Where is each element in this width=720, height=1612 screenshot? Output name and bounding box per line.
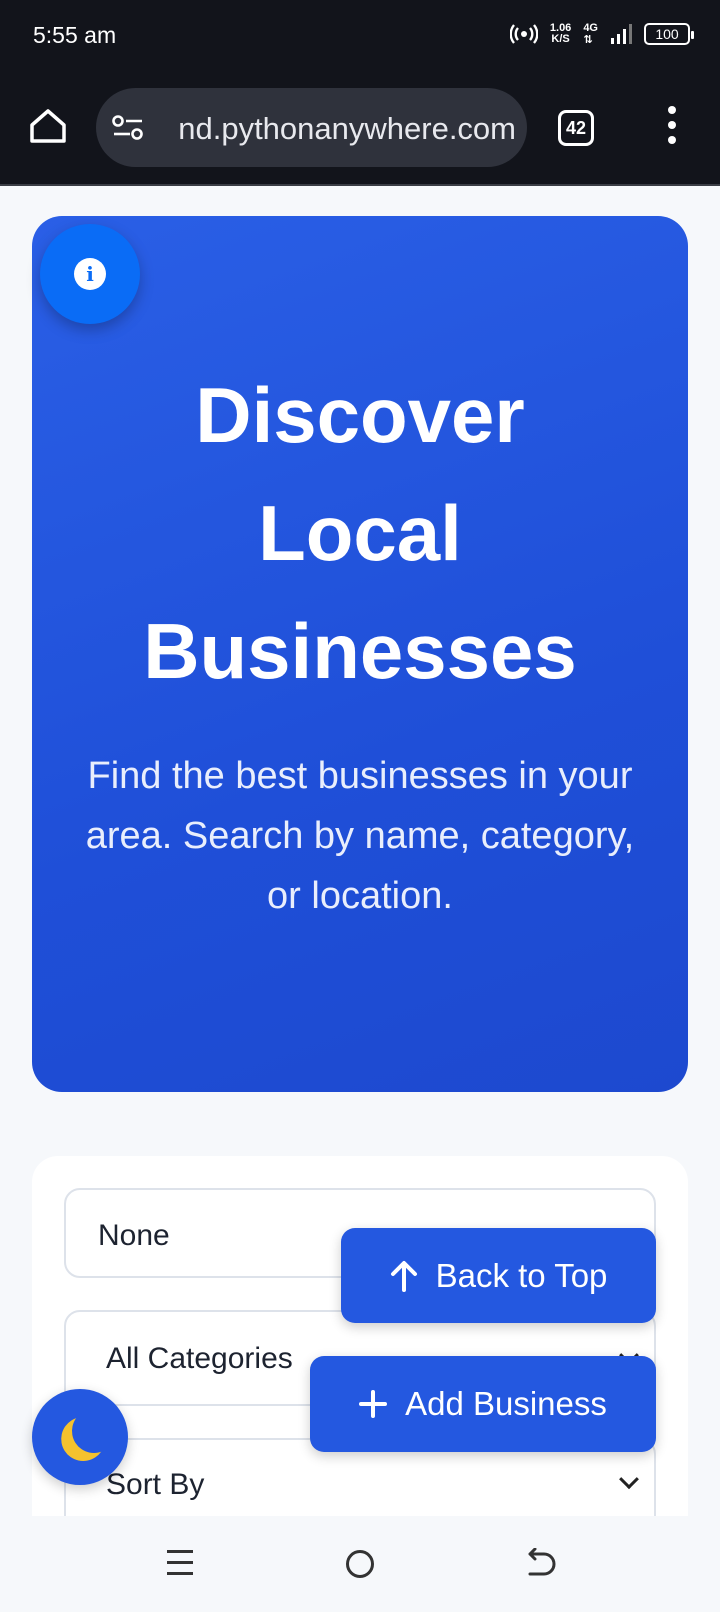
more-vert-icon[interactable] xyxy=(660,106,684,148)
system-nav-bar xyxy=(0,1516,720,1612)
battery-indicator: 100 xyxy=(644,23,694,45)
nav-back-icon[interactable] xyxy=(524,1548,558,1580)
back-to-top-button[interactable]: Back to Top xyxy=(341,1228,656,1323)
tab-switcher-button[interactable]: 42 xyxy=(558,110,594,146)
recents-icon[interactable] xyxy=(167,1550,193,1576)
signal-icon xyxy=(611,24,632,44)
status-icons: 1.06 K/S 4G ⇅ 100 xyxy=(509,22,694,46)
arrow-up-icon xyxy=(390,1260,417,1292)
network-type: 4G ⇅ xyxy=(583,22,598,46)
address-bar[interactable]: nd.pythonanywhere.com xyxy=(96,88,527,167)
url-text: nd.pythonanywhere.com xyxy=(178,111,516,146)
home-icon[interactable] xyxy=(28,106,68,146)
hero-title: Discover Local Businesses xyxy=(32,356,688,710)
moon-icon xyxy=(69,1406,120,1457)
status-time: 5:55 am xyxy=(33,22,117,48)
hero-subtitle: Find the best businesses in your area. S… xyxy=(85,755,635,917)
hero-title-line: Businesses xyxy=(143,607,577,695)
hero-title-line: Local xyxy=(258,489,462,577)
nav-home-icon[interactable] xyxy=(346,1550,374,1578)
add-business-label: Add Business xyxy=(405,1385,607,1422)
speed-unit: K/S xyxy=(551,33,570,45)
sort-selected-value: Sort By xyxy=(106,1468,205,1501)
chevron-down-icon xyxy=(619,1469,639,1490)
dark-mode-toggle[interactable] xyxy=(32,1389,128,1485)
hotspot-icon xyxy=(509,24,538,44)
tune-icon[interactable] xyxy=(112,114,144,142)
browser-toolbar: nd.pythonanywhere.com 42 xyxy=(0,76,720,186)
category-selected-value: All Categories xyxy=(106,1342,293,1375)
info-button[interactable]: i xyxy=(40,224,140,324)
plus-icon xyxy=(359,1390,388,1418)
back-to-top-label: Back to Top xyxy=(435,1256,608,1294)
network-label: 4G xyxy=(583,22,598,34)
status-bar: 5:55 am 1.06 K/S 4G ⇅ 100 xyxy=(0,0,720,76)
data-arrows-icon: ⇅ xyxy=(583,34,593,46)
hero-banner: Discover Local Businesses Find the best … xyxy=(32,216,688,1092)
network-speed: 1.06 K/S xyxy=(550,23,571,45)
add-business-button[interactable]: Add Business xyxy=(310,1356,656,1452)
hero-title-line: Discover xyxy=(195,371,525,459)
info-icon: i xyxy=(74,258,106,290)
